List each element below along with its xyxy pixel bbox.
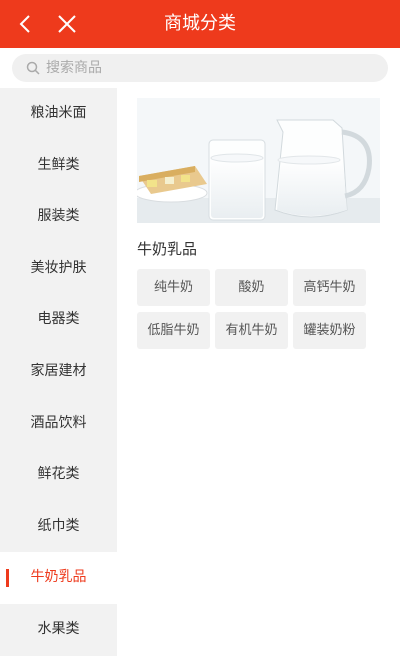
sidebar-item-electronics[interactable]: 电器类 [0, 294, 117, 346]
sidebar-item-fresh[interactable]: 生鲜类 [0, 140, 117, 192]
milk-illustration [137, 98, 380, 223]
tag-canned-milk-powder[interactable]: 罐装奶粉 [293, 312, 366, 349]
tag-pure-milk[interactable]: 纯牛奶 [137, 269, 210, 306]
tag-organic-milk[interactable]: 有机牛奶 [215, 312, 288, 349]
subcategory-title: 牛奶乳品 [137, 240, 198, 258]
sidebar-item-label: 服装类 [37, 208, 80, 225]
bottom-edge [0, 656, 400, 666]
tag-label: 纯牛奶 [153, 280, 193, 295]
page-title: 商城分类 [164, 13, 236, 34]
sidebar-item-label: 美妆护肤 [30, 259, 87, 276]
sidebar-item-flowers[interactable]: 鲜花类 [0, 449, 117, 501]
search-box[interactable] [12, 54, 388, 82]
sidebar-item-home[interactable]: 家居建材 [0, 346, 117, 398]
search-bar [0, 48, 400, 88]
category-content: 牛奶乳品 纯牛奶 酸奶 高钙牛奶 低脂牛奶 有机牛奶 罐装奶粉 [117, 88, 400, 656]
sidebar-item-drinks[interactable]: 酒品饮料 [0, 398, 117, 450]
sidebar-item-label: 牛奶乳品 [30, 569, 87, 586]
active-indicator [6, 569, 9, 588]
category-sidebar: 粮油米面 生鲜类 服装类 美妆护肤 电器类 家居建材 酒品饮料 鲜花类 纸巾类 … [0, 88, 117, 656]
sidebar-item-tissues[interactable]: 纸巾类 [0, 501, 117, 553]
tag-label: 酸奶 [238, 280, 265, 295]
search-icon [26, 61, 40, 75]
sidebar-item-label: 水果类 [37, 620, 80, 637]
tag-label: 高钙牛奶 [303, 280, 356, 295]
sidebar-item-grain-oil[interactable]: 粮油米面 [0, 88, 117, 140]
sidebar-item-label: 家居建材 [30, 362, 87, 379]
sidebar-item-label: 酒品饮料 [30, 414, 87, 431]
sidebar-item-label: 纸巾类 [37, 517, 80, 534]
sidebar-item-label: 生鲜类 [37, 156, 80, 173]
tag-low-fat-milk[interactable]: 低脂牛奶 [137, 312, 210, 349]
sidebar-item-fruit[interactable]: 水果类 [0, 604, 117, 656]
tag-high-calcium-milk[interactable]: 高钙牛奶 [293, 269, 366, 306]
tag-label: 罐装奶粉 [303, 323, 356, 338]
app-header: 商城分类 [0, 0, 400, 48]
sidebar-item-clothing[interactable]: 服装类 [0, 191, 117, 243]
tag-label: 低脂牛奶 [147, 323, 200, 338]
sidebar-item-label: 粮油米面 [30, 105, 87, 121]
category-banner-image[interactable] [137, 98, 380, 223]
tag-label: 有机牛奶 [225, 323, 278, 338]
sidebar-item-label: 电器类 [37, 311, 80, 328]
sidebar-item-label: 鲜花类 [37, 466, 80, 483]
search-input[interactable] [46, 54, 366, 82]
sidebar-item-beauty[interactable]: 美妆护肤 [0, 243, 117, 295]
tag-yogurt[interactable]: 酸奶 [215, 269, 288, 306]
sidebar-item-dairy[interactable]: 牛奶乳品 [0, 552, 117, 604]
